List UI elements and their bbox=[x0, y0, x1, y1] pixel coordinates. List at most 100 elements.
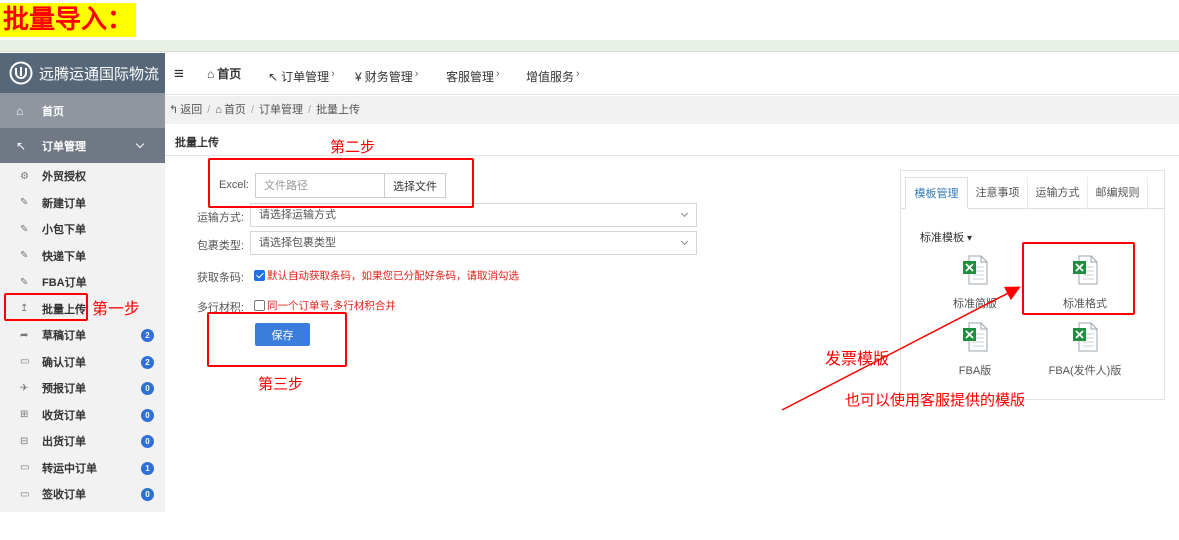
template-file-label: 标准格式 bbox=[1063, 298, 1107, 310]
tab-zip-rules[interactable]: 邮编规则 bbox=[1088, 177, 1148, 209]
breadcrumb-current: 批量上传 bbox=[316, 104, 361, 116]
multi-volume-checkbox[interactable] bbox=[254, 300, 265, 311]
breadcrumb-order-management[interactable]: 订单管理 bbox=[259, 104, 303, 116]
sidebar-item-label: 预报订单 bbox=[42, 383, 86, 396]
barcode-checkbox[interactable] bbox=[254, 270, 265, 281]
sidebar-item-express-order[interactable]: 快递下单 bbox=[0, 243, 165, 270]
sidebar-item-label: 转运中订单 bbox=[42, 462, 97, 475]
menu-icon[interactable] bbox=[174, 53, 184, 95]
hand-pointer-icon bbox=[16, 139, 42, 153]
nav-item-label: 首页 bbox=[217, 67, 242, 81]
sidebar-item-label: 小包下单 bbox=[42, 224, 86, 237]
breadcrumb-home[interactable]: 首页 bbox=[215, 104, 246, 116]
template-file-standard-format[interactable]: 标准格式 bbox=[1035, 255, 1135, 311]
nav-item-label: 订单管理 bbox=[281, 70, 330, 84]
template-file-fba[interactable]: FBA版 bbox=[925, 322, 1025, 378]
nav-item-label: 客服管理 bbox=[446, 70, 495, 84]
tab-template-management[interactable]: 模板管理 bbox=[905, 177, 968, 209]
gear-icon bbox=[20, 171, 42, 182]
sidebar-list: 外贸授权 新建订单 小包下单 快递下单 FBA订单 批量上传 草稿订单 2 确认订… bbox=[0, 163, 165, 508]
tab-notes[interactable]: 注意事项 bbox=[968, 177, 1028, 209]
file-icon bbox=[20, 489, 42, 500]
nav-item-home[interactable]: 首页 bbox=[207, 53, 241, 95]
excel-file-icon bbox=[1073, 255, 1098, 285]
multi-volume-checkbox-text: 同一个订单号,多行材积合并 bbox=[267, 300, 396, 312]
sidebar-item-label: FBA订单 bbox=[42, 277, 87, 290]
sidebar-item-in-transit-orders[interactable]: 转运中订单 1 bbox=[0, 455, 165, 482]
divider bbox=[165, 155, 1179, 156]
chevron-right-icon bbox=[331, 68, 335, 80]
count-badge: 0 bbox=[141, 382, 154, 395]
file-path-input[interactable] bbox=[255, 173, 385, 198]
count-badge: 0 bbox=[141, 408, 154, 422]
sidebar: 远腾运通国际物流 首页 订单管理 外贸授权 新建订单 小包下单 快递下单 FBA… bbox=[0, 53, 165, 512]
sidebar-item-foreign-trade-auth[interactable]: 外贸授权 bbox=[0, 163, 165, 190]
nav-item-finance[interactable]: 财务管理 bbox=[355, 53, 418, 95]
count-badge: 2 bbox=[141, 355, 154, 369]
excel-label: Excel: bbox=[219, 179, 249, 191]
nav-item-label: 增值服务 bbox=[526, 70, 575, 84]
template-dropdown[interactable]: 标准模板 bbox=[920, 229, 972, 245]
sidebar-item-draft-orders[interactable]: 草稿订单 2 bbox=[0, 322, 165, 349]
shipping-method-select[interactable]: 请选择运输方式 bbox=[250, 203, 697, 227]
tab-shipping-methods[interactable]: 运输方式 bbox=[1028, 177, 1088, 209]
page-heading: 批量导入： bbox=[0, 3, 137, 37]
template-file-label: 标准简版 bbox=[953, 298, 997, 310]
annotation-step1: 第一步 bbox=[92, 301, 141, 318]
package-type-label: 包裹类型: bbox=[196, 240, 244, 252]
package-type-select[interactable]: 请选择包裹类型 bbox=[250, 231, 697, 255]
sidebar-item-new-order[interactable]: 新建订单 bbox=[0, 190, 165, 217]
file-icon bbox=[20, 462, 42, 473]
sidebar-item-fba-order[interactable]: FBA订单 bbox=[0, 269, 165, 296]
nav-item-customer-service[interactable]: 客服管理 bbox=[446, 53, 500, 95]
sidebar-item-label: 签收订单 bbox=[42, 489, 86, 502]
page: 批量导入： 远腾运通国际物流 首页 订单管理 外贸授权 新建订单 小包下单 快递… bbox=[0, 0, 1179, 540]
choose-file-button[interactable]: 选择文件 bbox=[385, 173, 446, 198]
sidebar-item-confirmed-orders[interactable]: 确认订单 2 bbox=[0, 349, 165, 376]
count-badge: 0 bbox=[141, 488, 154, 501]
nav-item-value-added[interactable]: 增值服务 bbox=[526, 53, 580, 95]
annotation-invoice-template: 发票模版 bbox=[825, 351, 890, 368]
sidebar-item-label: 外贸授权 bbox=[42, 171, 86, 184]
back-link[interactable]: 返回 bbox=[169, 104, 202, 116]
sidebar-item-label: 新建订单 bbox=[42, 197, 86, 210]
sidebar-item-label: 批量上传 bbox=[42, 303, 86, 316]
nav-item-order-management[interactable]: 订单管理 bbox=[268, 53, 335, 95]
barcode-label: 获取条码: bbox=[196, 272, 244, 284]
edit-icon bbox=[20, 250, 42, 261]
sidebar-item-home[interactable]: 首页 bbox=[0, 93, 165, 128]
sidebar-item-small-parcel-order[interactable]: 小包下单 bbox=[0, 216, 165, 243]
top-nav: 首页 订单管理 财务管理 客服管理 增值服务 bbox=[165, 53, 1179, 95]
chevron-down-icon bbox=[680, 237, 689, 246]
share-icon bbox=[20, 330, 42, 341]
template-file-fba-sender[interactable]: FBA(发件人)版 bbox=[1035, 322, 1135, 378]
sidebar-item-batch-upload[interactable]: 批量上传 bbox=[0, 296, 165, 323]
chevron-down-icon bbox=[680, 209, 689, 218]
annotation-step3: 第三步 bbox=[258, 376, 304, 393]
excel-file-icon bbox=[963, 255, 988, 285]
sidebar-item-label: 快递下单 bbox=[42, 250, 86, 263]
annotation-step2: 第二步 bbox=[330, 139, 376, 156]
sidebar-item-forecast-orders[interactable]: 预报订单 0 bbox=[0, 375, 165, 402]
inbox-icon bbox=[20, 409, 42, 420]
file-icon bbox=[20, 356, 42, 367]
sidebar-item-received-orders[interactable]: 收货订单 0 bbox=[0, 402, 165, 429]
sidebar-item-shipped-orders[interactable]: 出货订单 0 bbox=[0, 428, 165, 455]
count-badge: 0 bbox=[141, 435, 154, 448]
sidebar-item-label: 出货订单 bbox=[42, 436, 86, 449]
save-button[interactable]: 保存 bbox=[255, 323, 310, 346]
upload-icon bbox=[20, 303, 42, 314]
template-file-standard-simple[interactable]: 标准简版 bbox=[925, 255, 1025, 311]
count-badge: 1 bbox=[141, 461, 154, 475]
browser-tab-strip bbox=[0, 40, 1179, 52]
sidebar-item-label: 首页 bbox=[42, 105, 64, 118]
sidebar-item-label: 草稿订单 bbox=[42, 330, 86, 343]
sidebar-section-order-management[interactable]: 订单管理 bbox=[0, 128, 165, 163]
logo-bar[interactable]: 远腾运通国际物流 bbox=[0, 53, 165, 93]
plane-icon bbox=[20, 383, 42, 394]
edit-icon bbox=[20, 224, 42, 235]
multi-volume-label: 多行材积: bbox=[196, 302, 244, 314]
sidebar-item-signed-orders[interactable]: 签收订单 0 bbox=[0, 481, 165, 508]
chevron-right-icon bbox=[496, 68, 500, 80]
home-icon bbox=[207, 67, 214, 81]
